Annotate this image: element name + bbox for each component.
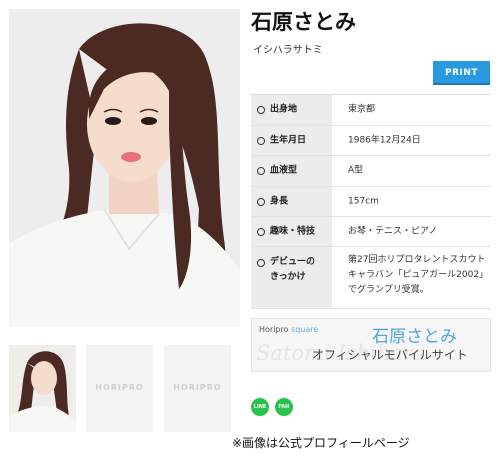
profile-label: 身長 — [270, 196, 289, 206]
official-mobile-site-banner[interactable]: Satomi Ishihara Horipro square 石原さとみ オフィ… — [251, 318, 491, 372]
horipro-logo: HORIPRO — [173, 383, 222, 392]
thumbnail-strip: HORIPRO HORIPRO — [9, 345, 240, 432]
profile-table: 出身地 東京都 生年月日 1986年12月24日 血液型 A型 身長 157cm… — [251, 94, 491, 309]
profile-label: 趣味・特技 — [270, 226, 316, 236]
banner-subtitle: オフィシャルモバイルサイト — [312, 348, 468, 362]
profile-photo — [9, 9, 240, 327]
talent-name: 石原さとみ — [251, 10, 356, 34]
profile-label-cell: 趣味・特技 — [251, 217, 332, 246]
profile-row: デビューの きっかけ 第27回ホリプロタレントスカウトキャラバン「ピュアガール2… — [251, 247, 491, 309]
profile-label-cell: 出身地 — [251, 95, 332, 125]
profile-label: 出身地 — [270, 104, 298, 115]
banner-talent-name: 石原さとみ — [372, 327, 457, 347]
horipro-logo: HORIPRO — [95, 383, 144, 392]
profile-label-cell: 身長 — [251, 187, 332, 216]
thumbnail-placeholder[interactable]: HORIPRO — [164, 345, 231, 432]
fan-button[interactable]: FAN — [275, 398, 293, 416]
brand-text: Horipro — [259, 325, 292, 334]
talent-name-kana: イシハラサトミ — [253, 45, 323, 56]
profile-value: 第27回ホリプロタレントスカウトキャラバン「ピュアガール2002」でグランプリ受… — [348, 255, 486, 295]
thumbnail-placeholder[interactable]: HORIPRO — [86, 345, 153, 432]
line-button[interactable]: LINE — [251, 398, 269, 416]
image-caption: ※画像は公式プロフィールページ — [232, 436, 410, 450]
profile-label-cell: 血液型 — [251, 156, 332, 186]
profile-row: 生年月日 1986年12月24日 — [251, 126, 491, 156]
profile-value: 東京都 — [348, 104, 376, 115]
profile-value: A型 — [348, 165, 364, 176]
profile-label-cell: デビューの きっかけ — [251, 247, 332, 308]
circle-bullet-icon — [257, 259, 265, 267]
circle-bullet-icon — [257, 197, 265, 206]
circle-bullet-icon — [257, 136, 265, 145]
print-button[interactable]: PRINT — [433, 61, 490, 85]
circle-bullet-icon — [257, 167, 265, 175]
profile-row: 出身地 東京都 — [251, 95, 491, 126]
profile-row: 血液型 A型 — [251, 156, 491, 187]
profile-value: 1986年12月24日 — [348, 135, 421, 145]
profile-label: デビューの きっかけ — [270, 257, 316, 282]
profile-label: 生年月日 — [270, 135, 307, 145]
circle-bullet-icon — [257, 106, 265, 114]
profile-row: 身長 157cm — [251, 187, 491, 217]
profile-row: 趣味・特技 お琴・テニス・ピアノ — [251, 217, 491, 247]
profile-value: お琴・テニス・ピアノ — [348, 226, 438, 236]
profile-value: 157cm — [348, 196, 379, 206]
brand-accent: square — [291, 325, 319, 334]
profile-label-cell: 生年月日 — [251, 126, 332, 155]
circle-bullet-icon — [257, 227, 265, 236]
thumbnail-photo[interactable] — [9, 345, 76, 432]
profile-label: 血液型 — [270, 165, 298, 176]
horipro-square-logo: Horipro square — [259, 325, 318, 334]
